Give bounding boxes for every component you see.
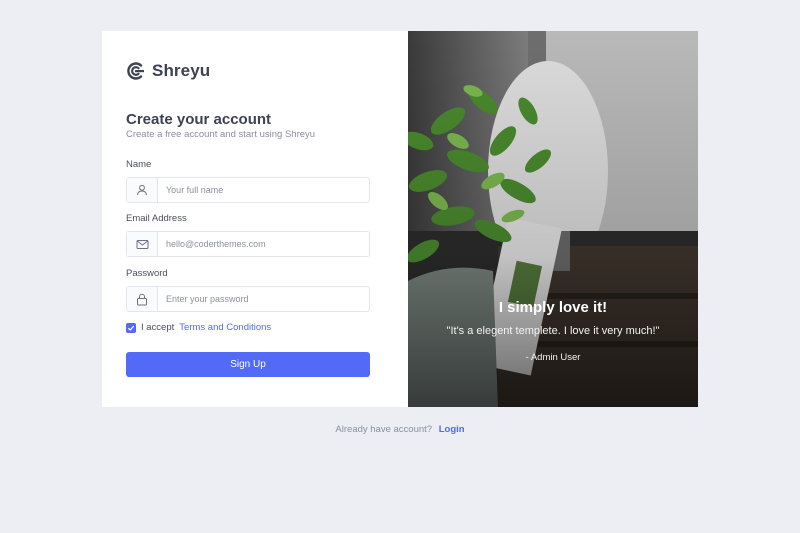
mail-icon bbox=[127, 232, 158, 256]
brand-name: Shreyu bbox=[152, 61, 211, 80]
check-icon bbox=[127, 325, 135, 331]
page-title: Create your account bbox=[126, 111, 272, 128]
password-field-group bbox=[126, 286, 370, 312]
testimonial-title: I simply love it! bbox=[498, 299, 608, 316]
terms-link[interactable]: Terms and Conditions bbox=[179, 322, 271, 333]
email-input[interactable] bbox=[158, 232, 369, 256]
user-icon bbox=[127, 178, 158, 202]
testimonial-author: - Admin User bbox=[525, 352, 581, 363]
terms-checkbox[interactable] bbox=[126, 322, 136, 333]
password-label: Password bbox=[126, 268, 168, 279]
login-prompt-text: Already have account? bbox=[335, 424, 433, 435]
name-label: Name bbox=[126, 159, 152, 170]
name-field-group bbox=[126, 177, 370, 203]
email-field-group bbox=[126, 231, 370, 257]
plant-photo bbox=[408, 31, 698, 407]
brand-logo[interactable]: Shreyu bbox=[126, 61, 210, 81]
accept-text: I accept bbox=[141, 322, 175, 333]
email-label: Email Address bbox=[126, 213, 187, 224]
login-prompt: Already have account? Login bbox=[0, 424, 800, 435]
terms-row: I accept Terms and Conditions bbox=[126, 322, 271, 333]
password-input[interactable] bbox=[158, 287, 369, 311]
shreyu-logo-icon bbox=[127, 62, 144, 80]
signup-form-panel: Shreyu Create your account Create a free… bbox=[102, 31, 408, 407]
signup-card: Shreyu Create your account Create a free… bbox=[102, 31, 698, 407]
login-link[interactable]: Login bbox=[439, 424, 465, 435]
lock-icon bbox=[127, 287, 158, 311]
page-subtitle: Create a free account and start using Sh… bbox=[126, 129, 316, 140]
name-input[interactable] bbox=[158, 178, 369, 202]
testimonial-panel: I simply love it! "It's a elegent temple… bbox=[408, 31, 698, 407]
sign-up-button[interactable]: Sign Up bbox=[126, 352, 370, 377]
testimonial-quote: "It's a elegent templete. I love it very… bbox=[446, 325, 660, 337]
